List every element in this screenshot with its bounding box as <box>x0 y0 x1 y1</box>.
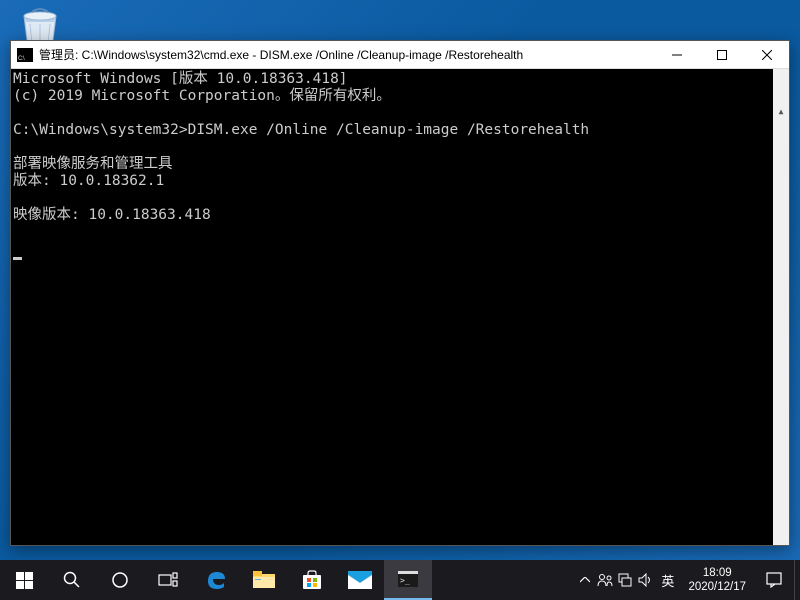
window-title: 管理员: C:\Windows\system32\cmd.exe - DISM.… <box>39 46 654 63</box>
task-view-button[interactable] <box>144 560 192 600</box>
terminal-body[interactable]: Microsoft Windows [版本 10.0.18363.418] (c… <box>11 69 789 545</box>
maximize-button[interactable] <box>699 41 744 68</box>
scrollbar[interactable]: ▲ ▼ <box>773 69 789 545</box>
file-explorer-button[interactable] <box>240 560 288 600</box>
ime-indicator[interactable]: 英 <box>655 571 680 590</box>
store-button[interactable] <box>288 560 336 600</box>
terminal-line: 映像版本: 10.0.18363.418 <box>13 207 211 223</box>
tray-chevron-icon[interactable] <box>575 560 595 600</box>
edge-button[interactable] <box>192 560 240 600</box>
start-button[interactable] <box>0 560 48 600</box>
terminal-line: 部署映像服务和管理工具 <box>13 156 173 172</box>
titlebar[interactable]: 管理员: C:\Windows\system32\cmd.exe - DISM.… <box>11 41 789 69</box>
network-icon[interactable] <box>615 560 635 600</box>
taskbar: >_ 英 18:09 2020/12/17 <box>0 560 800 600</box>
search-button[interactable] <box>48 560 96 600</box>
terminal-line: (c) 2019 Microsoft Corporation。保留所有权利。 <box>13 88 391 104</box>
window-controls <box>654 41 789 68</box>
cortana-button[interactable] <box>96 560 144 600</box>
cursor <box>13 257 22 260</box>
volume-icon[interactable] <box>635 560 655 600</box>
action-center-button[interactable] <box>754 572 794 588</box>
terminal-line: 版本: 10.0.18362.1 <box>13 173 164 189</box>
clock-time: 18:09 <box>688 566 746 580</box>
cmd-window: 管理员: C:\Windows\system32\cmd.exe - DISM.… <box>10 40 790 546</box>
system-tray: 英 18:09 2020/12/17 <box>575 560 800 600</box>
desktop: 管理员: C:\Windows\system32\cmd.exe - DISM.… <box>0 0 800 600</box>
close-button[interactable] <box>744 41 789 68</box>
mail-button[interactable] <box>336 560 384 600</box>
terminal-line: Microsoft Windows [版本 10.0.18363.418] <box>13 71 348 87</box>
taskbar-left: >_ <box>0 560 432 600</box>
cmd-icon <box>17 48 33 62</box>
svg-text:>_: >_ <box>400 576 410 585</box>
cmd-taskbar-button[interactable]: >_ <box>384 560 432 600</box>
people-icon[interactable] <box>595 560 615 600</box>
clock[interactable]: 18:09 2020/12/17 <box>680 566 754 594</box>
terminal-prompt: C:\Windows\system32>DISM.exe /Online /Cl… <box>13 122 589 138</box>
scroll-track[interactable] <box>773 153 789 545</box>
minimize-button[interactable] <box>654 41 699 68</box>
show-desktop-button[interactable] <box>794 560 800 600</box>
scroll-up-icon[interactable]: ▲ <box>773 103 789 119</box>
clock-date: 2020/12/17 <box>688 580 746 594</box>
